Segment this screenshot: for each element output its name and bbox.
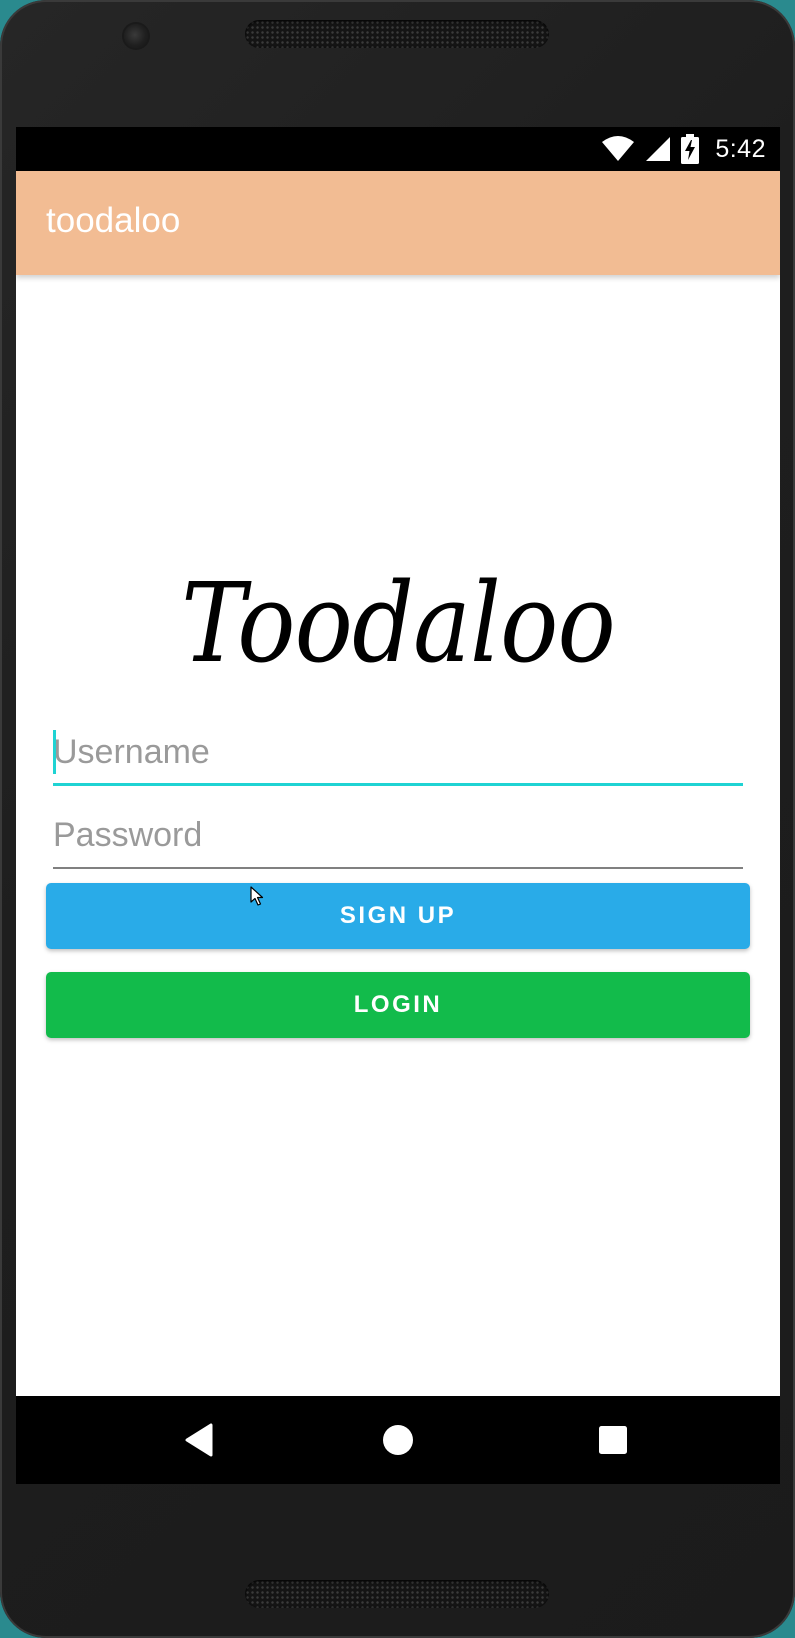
password-field-container: [53, 807, 743, 869]
recent-apps-icon: [599, 1426, 627, 1454]
screen: 5:42 toodaloo Toodaloo SIGN UP LOGIN: [16, 127, 780, 1484]
login-button[interactable]: LOGIN: [46, 972, 750, 1038]
status-icons: 5:42: [601, 127, 766, 171]
phone-frame: 5:42 toodaloo Toodaloo SIGN UP LOGIN: [0, 0, 795, 1638]
password-input[interactable]: [53, 807, 743, 867]
bottom-speaker-grille: [245, 1580, 549, 1608]
mouse-cursor-icon: [250, 886, 264, 906]
recent-apps-button[interactable]: [553, 1396, 673, 1484]
password-underline: [53, 867, 743, 869]
top-speaker-grille: [245, 20, 549, 48]
app-logo-text: Toodaloo: [181, 559, 616, 687]
status-time: 5:42: [715, 134, 766, 163]
cell-signal-icon: [645, 136, 671, 162]
wifi-icon: [601, 135, 635, 163]
back-icon: [185, 1423, 213, 1457]
navigation-bar: [16, 1396, 780, 1484]
front-camera: [124, 24, 148, 48]
username-field-container: [53, 724, 743, 786]
status-bar: 5:42: [16, 127, 780, 171]
home-button[interactable]: [338, 1396, 458, 1484]
sign-up-button[interactable]: SIGN UP: [46, 883, 750, 949]
home-icon: [383, 1425, 413, 1455]
login-content: Toodaloo SIGN UP LOGIN: [16, 275, 780, 1396]
back-button[interactable]: [139, 1396, 259, 1484]
username-underline: [53, 783, 743, 786]
battery-charging-icon: [681, 134, 700, 164]
username-input[interactable]: [53, 724, 743, 784]
text-caret: [53, 730, 56, 774]
app-title: toodaloo: [46, 201, 181, 240]
app-bar: toodaloo: [16, 171, 780, 275]
